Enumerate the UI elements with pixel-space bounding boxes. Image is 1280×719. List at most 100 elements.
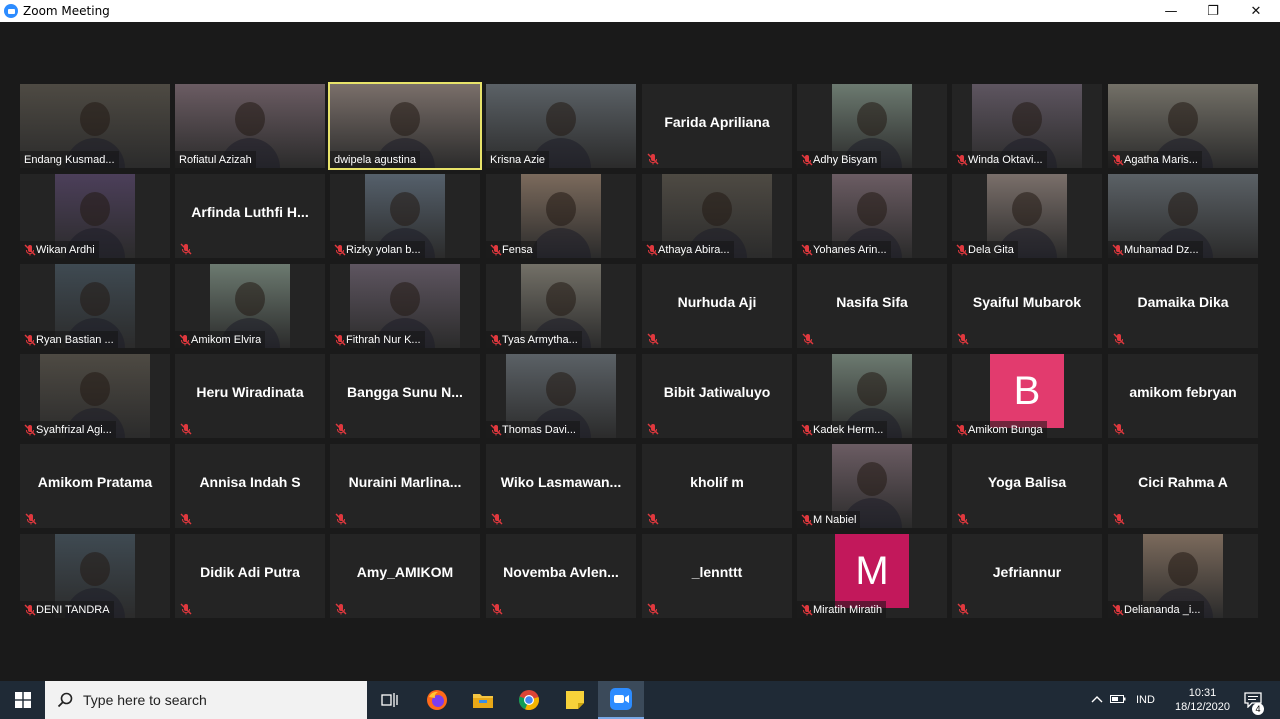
participant-tile[interactable]: amikom febryan <box>1108 354 1258 438</box>
muted-microphone-icon <box>802 333 814 345</box>
participant-tile[interactable]: Annisa Indah S <box>175 444 325 528</box>
participant-tile[interactable]: Agatha Maris... <box>1108 84 1258 168</box>
file-explorer-taskbar-button[interactable] <box>460 681 506 719</box>
participant-tile[interactable]: Jefriannur <box>952 534 1102 618</box>
participant-tile[interactable]: M Miratih Miratih <box>797 534 947 618</box>
participant-name: Fensa <box>502 243 533 256</box>
participant-tile[interactable]: Fithrah Nur K... <box>330 264 480 348</box>
muted-microphone-icon <box>1113 423 1125 435</box>
participant-name: Didik Adi Putra <box>200 564 300 580</box>
participant-tile[interactable]: Yoga Balisa <box>952 444 1102 528</box>
input-language-indicator[interactable]: IND <box>1136 694 1155 706</box>
participant-name: Miratih Miratih <box>813 603 883 616</box>
participant-name-label: Tyas Armytha... <box>486 331 582 348</box>
participant-tile[interactable]: Muhamad Dz... <box>1108 174 1258 258</box>
participant-tile[interactable]: dwipela agustina <box>328 82 482 170</box>
participant-tile[interactable]: Novemba Avlen... <box>486 534 636 618</box>
participant-tile[interactable]: Amy_AMIKOM <box>330 534 480 618</box>
participant-name: Yoga Balisa <box>987 474 1067 490</box>
person-silhouette <box>1168 552 1198 586</box>
participant-tile[interactable]: Endang Kusmad... <box>20 84 170 168</box>
participant-tile[interactable]: Bibit Jatiwaluyo <box>642 354 792 438</box>
chrome-taskbar-button[interactable] <box>506 681 552 719</box>
muted-microphone-icon <box>956 424 968 435</box>
sticky-notes-taskbar-button[interactable] <box>552 681 598 719</box>
participant-tile[interactable]: Farida Apriliana <box>642 84 792 168</box>
participant-tile[interactable]: Amikom Elvira <box>175 264 325 348</box>
participant-tile[interactable]: Fensa <box>486 174 636 258</box>
participant-name: Athaya Abira... <box>658 243 730 256</box>
minimize-button[interactable]: — <box>1151 0 1191 22</box>
participant-tile[interactable]: Didik Adi Putra <box>175 534 325 618</box>
participant-tile[interactable]: Arfinda Luthfi H... <box>175 174 325 258</box>
participant-tile[interactable]: Athaya Abira... <box>642 174 792 258</box>
participant-name: Winda Oktavi... <box>968 153 1043 166</box>
participant-name: Kadek Herm... <box>813 423 884 436</box>
participant-tile[interactable]: _lennttt <box>642 534 792 618</box>
person-silhouette <box>80 192 110 226</box>
participant-name: Jefriannur <box>992 564 1062 580</box>
participant-tile[interactable]: Nuraini Marlina... <box>330 444 480 528</box>
participant-tile[interactable]: Amikom Pratama <box>20 444 170 528</box>
firefox-taskbar-button[interactable] <box>414 681 460 719</box>
participant-tile[interactable]: Nurhuda Aji <box>642 264 792 348</box>
muted-microphone-icon <box>956 154 968 165</box>
clock-date: 18/12/2020 <box>1174 701 1231 713</box>
muted-microphone-icon <box>334 244 346 255</box>
participant-name-label: Winda Oktavi... <box>952 151 1047 168</box>
participant-tile[interactable]: Bangga Sunu N... <box>330 354 480 438</box>
participant-name: Heru Wiradinata <box>196 384 304 400</box>
participant-name-label: Dela Gita <box>952 241 1018 258</box>
participant-tile[interactable]: Damaika Dika <box>1108 264 1258 348</box>
participant-tile[interactable]: Thomas Davi... <box>486 354 636 438</box>
participant-tile[interactable]: Krisna Azie <box>486 84 636 168</box>
participant-tile[interactable]: Cici Rahma A <box>1108 444 1258 528</box>
muted-microphone-icon <box>335 603 347 615</box>
participant-tile[interactable]: DENI TANDRA <box>20 534 170 618</box>
participant-name: Cici Rahma A <box>1138 474 1228 490</box>
participant-name-label: Wikan Ardhi <box>20 241 99 258</box>
participant-tile[interactable]: Ryan Bastian ... <box>20 264 170 348</box>
participant-name: Ryan Bastian ... <box>36 333 114 346</box>
participant-name: Dela Gita <box>968 243 1014 256</box>
maximize-button[interactable]: ❐ <box>1193 0 1233 22</box>
participant-tile[interactable]: Winda Oktavi... <box>952 84 1102 168</box>
participant-tile[interactable]: Syaiful Mubarok <box>952 264 1102 348</box>
battery-indicator[interactable] <box>1110 694 1132 707</box>
participant-tile[interactable]: Wiko Lasmawan... <box>486 444 636 528</box>
muted-microphone-icon <box>490 244 502 255</box>
participant-tile[interactable]: Syahfrizal Agi... <box>20 354 170 438</box>
participant-tile[interactable]: B Amikom Bunga <box>952 354 1102 438</box>
firefox-icon <box>427 690 447 710</box>
participant-name-label: Muhamad Dz... <box>1108 241 1203 258</box>
participant-tile[interactable]: Heru Wiradinata <box>175 354 325 438</box>
participant-name-label: Rofiatul Azizah <box>175 151 256 168</box>
show-hidden-icons-button[interactable] <box>1088 694 1106 706</box>
task-view-button[interactable] <box>367 681 413 719</box>
muted-microphone-icon <box>180 243 192 255</box>
participant-tile[interactable]: Dela Gita <box>952 174 1102 258</box>
zoom-taskbar-button[interactable] <box>598 681 644 719</box>
participant-tile[interactable]: M Nabiel <box>797 444 947 528</box>
muted-microphone-icon <box>490 334 502 345</box>
muted-microphone-icon <box>647 423 659 435</box>
participant-tile[interactable]: Rofiatul Azizah <box>175 84 325 168</box>
participant-name: Muhamad Dz... <box>1124 243 1199 256</box>
participant-tile[interactable]: Rizky yolan b... <box>330 174 480 258</box>
clock[interactable]: 10:31 18/12/2020 <box>1175 686 1230 714</box>
start-button[interactable] <box>0 681 45 719</box>
participant-tile[interactable]: Wikan Ardhi <box>20 174 170 258</box>
participant-tile[interactable]: Yohanes Arin... <box>797 174 947 258</box>
participant-tile[interactable]: Nasifa Sifa <box>797 264 947 348</box>
participant-name: Endang Kusmad... <box>24 153 115 166</box>
participant-tile[interactable]: kholif m <box>642 444 792 528</box>
close-button[interactable]: ✕ <box>1236 0 1276 22</box>
action-center-button[interactable]: 4 <box>1238 681 1268 719</box>
participant-tile[interactable]: Tyas Armytha... <box>486 264 636 348</box>
taskbar-search-box[interactable]: Type here to search <box>45 681 367 719</box>
participant-tile[interactable]: Deliananda _i... <box>1108 534 1258 618</box>
participant-tile[interactable]: Kadek Herm... <box>797 354 947 438</box>
muted-microphone-icon <box>957 513 969 525</box>
participant-name: Bibit Jatiwaluyo <box>663 384 771 400</box>
participant-tile[interactable]: Adhy Bisyam <box>797 84 947 168</box>
